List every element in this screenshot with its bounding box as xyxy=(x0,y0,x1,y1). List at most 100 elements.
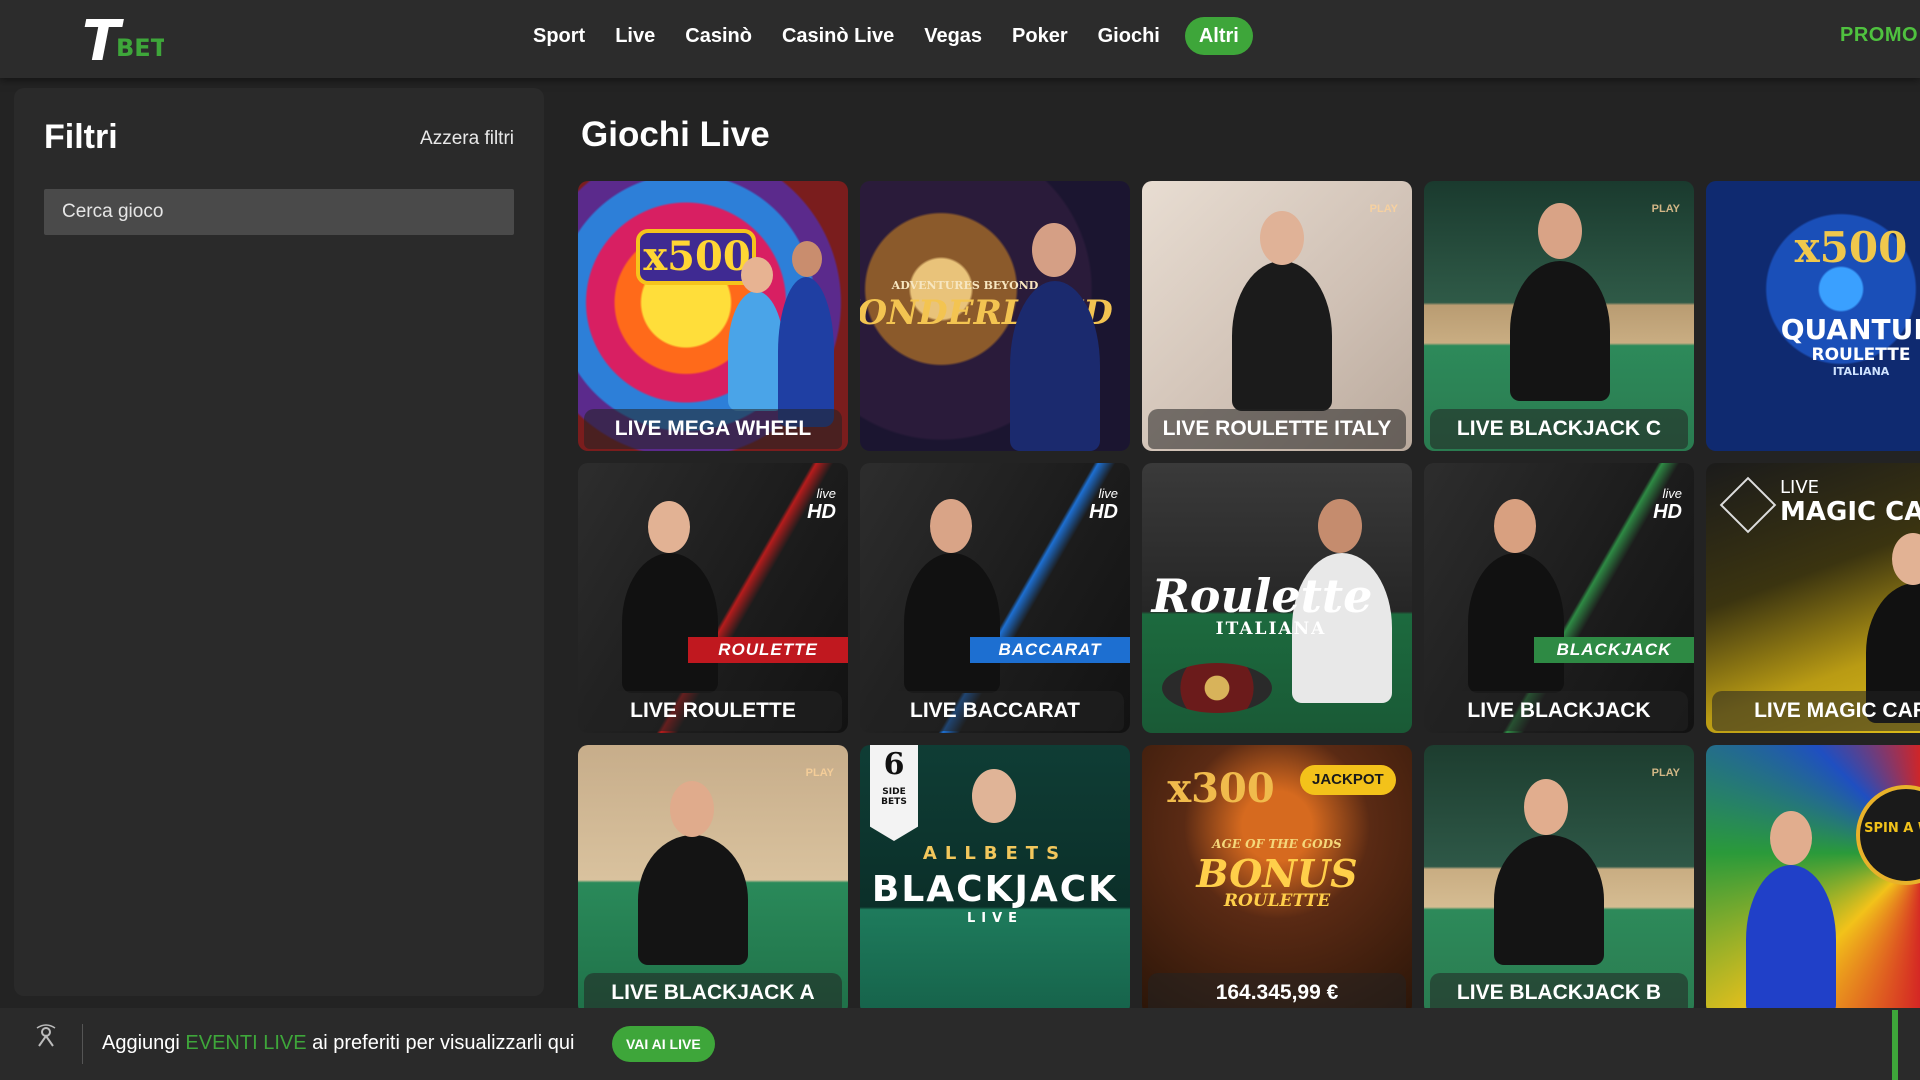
play-badge: PLAY xyxy=(1651,767,1680,779)
host-figure xyxy=(1746,865,1836,1015)
nav-live[interactable]: Live xyxy=(600,16,670,56)
tile-label: LIVE BLACKJACK C xyxy=(1430,409,1688,449)
host-figure xyxy=(1232,261,1332,411)
host-figure xyxy=(1494,835,1604,965)
play-badge: PLAY xyxy=(805,767,834,779)
play-badge: PLAY xyxy=(1651,203,1680,215)
tile-label: LIVE BLACKJACK xyxy=(1430,691,1688,731)
bonus-subtitle: ROULETTE xyxy=(1223,891,1331,911)
quantum-subtitle: ROULETTE xyxy=(1811,345,1911,365)
tile-label: LIVE BACCARAT xyxy=(866,691,1124,731)
promo-link[interactable]: PROMO xyxy=(1840,24,1918,47)
game-tile-blackjack-b[interactable]: PLAY LIVE BLACKJACK B xyxy=(1424,745,1694,1015)
game-tile-blackjack-c[interactable]: PLAY LIVE BLACKJACK C xyxy=(1424,181,1694,451)
hd-badge: live HD xyxy=(1089,486,1118,523)
host-head xyxy=(1892,533,1920,585)
host-head xyxy=(741,257,773,293)
main-nav: Sport Live Casinò Casinò Live Vegas Poke… xyxy=(518,16,1253,56)
roulette-strip: ROULETTE xyxy=(688,637,848,663)
filters-title: Filtri xyxy=(44,118,118,156)
reset-filters-link[interactable]: Azzera filtri xyxy=(420,128,514,150)
hd-badge: live HD xyxy=(807,486,836,523)
magic-live-label: LIVE xyxy=(1780,477,1820,498)
host-figure xyxy=(904,553,1000,693)
host-head-2 xyxy=(792,241,822,277)
allbets-letters: ALLBETS xyxy=(922,843,1068,864)
divider xyxy=(82,1024,83,1064)
host-head xyxy=(930,499,972,553)
bonus-title: BONUS xyxy=(1196,851,1358,896)
roulette-italiana-subtitle: ITALIANA xyxy=(1215,619,1327,639)
filters-sidebar: Filtri Azzera filtri xyxy=(14,88,544,996)
host-figure-2 xyxy=(778,277,834,427)
host-head xyxy=(670,781,714,837)
game-tile-quantum-roulette[interactable]: x500 QUANTUM ROULETTE ITALIANA xyxy=(1706,181,1920,451)
quantum-multiplier: x500 xyxy=(1794,223,1908,272)
game-tile-spin-a-win[interactable]: SPIN A WIN xyxy=(1706,745,1920,1015)
blackjack-strip: BLACKJACK xyxy=(1534,637,1694,663)
game-tile-live-baccarat[interactable]: live HD BACCARAT LIVE BACCARAT xyxy=(860,463,1130,733)
host-figure xyxy=(728,291,784,411)
section-title: Giochi Live xyxy=(581,115,770,154)
allbets-title: BLACKJACK xyxy=(871,869,1119,910)
magic-logo-icon xyxy=(1719,476,1777,534)
nav-casino[interactable]: Casinò xyxy=(670,16,767,56)
bonus-game-subtitle: AGE OF THE GODS xyxy=(1212,837,1342,851)
game-tile-roulette-italiana[interactable]: Roulette ITALIANA xyxy=(1142,463,1412,733)
game-tile-live-magic-car[interactable]: LIVE MAGIC CA LIVE MAGIC CAR xyxy=(1706,463,1920,733)
host-head xyxy=(1538,203,1582,259)
host-figure xyxy=(622,553,718,693)
game-tile-bonus-roulette[interactable]: x300 JACKPOT AGE OF THE GODS BONUS ROULE… xyxy=(1142,745,1412,1015)
jackpot-badge: JACKPOT xyxy=(1300,765,1396,795)
bonus-multiplier: x300 xyxy=(1167,765,1275,812)
search-game-input[interactable] xyxy=(44,189,514,235)
nav-altri[interactable]: Altri xyxy=(1184,17,1253,55)
nav-vegas[interactable]: Vegas xyxy=(909,16,997,56)
magic-title: MAGIC CA xyxy=(1780,497,1920,527)
favorites-message: Aggiungi EVENTI LIVE ai preferiti per vi… xyxy=(102,1032,575,1054)
quantum-subtitle-2: ITALIANA xyxy=(1832,365,1890,378)
nav-sport[interactable]: Sport xyxy=(518,16,600,56)
host-head xyxy=(648,501,690,553)
game-tile-allbets-blackjack[interactable]: 6 SIDE BETS ALLBETS BLACKJACK LIVE xyxy=(860,745,1130,1015)
play-badge: PLAY xyxy=(1369,203,1398,215)
tbet-logo[interactable]: T BET xyxy=(82,8,164,68)
top-header: T BET Sport Live Casinò Casinò Live Vega… xyxy=(0,0,1920,78)
host-head xyxy=(972,769,1016,823)
host-figure xyxy=(638,835,748,965)
tile-label: LIVE ROULETTE xyxy=(584,691,842,731)
baccarat-strip: BACCARAT xyxy=(970,637,1130,663)
game-tile-mega-wheel[interactable]: x500 LIVE MEGA WHEEL xyxy=(578,181,848,451)
favorites-bar: Aggiungi EVENTI LIVE ai preferiti per vi… xyxy=(0,1008,1920,1080)
roulette-wheel xyxy=(1162,663,1272,713)
game-tile-live-blackjack[interactable]: live HD BLACKJACK LIVE BLACKJACK xyxy=(1424,463,1694,733)
game-tile-wonderland[interactable]: ADVENTURES BEYOND WONDERLAND xyxy=(860,181,1130,451)
host-head xyxy=(1032,223,1076,277)
host-head xyxy=(1494,499,1536,553)
side-bets-number: 6 xyxy=(883,747,905,782)
game-tile-live-roulette[interactable]: live HD ROULETTE LIVE ROULETTE xyxy=(578,463,848,733)
tile-label: LIVE MEGA WHEEL xyxy=(584,409,842,449)
scroll-indicator xyxy=(1892,1010,1898,1080)
nav-giochi[interactable]: Giochi xyxy=(1083,16,1175,56)
game-tile-roulette-italy[interactable]: PLAY LIVE ROULETTE ITALY xyxy=(1142,181,1412,451)
nav-casino-live[interactable]: Casinò Live xyxy=(767,16,909,56)
host-figure xyxy=(1468,553,1564,693)
nav-poker[interactable]: Poker xyxy=(997,16,1083,56)
spin-win-title: SPIN A WIN xyxy=(1864,821,1920,836)
host-head xyxy=(1318,499,1362,553)
go-to-live-button[interactable]: VAI AI LIVE xyxy=(612,1026,715,1062)
svg-text:BET: BET xyxy=(116,34,164,62)
tile-label: LIVE ROULETTE ITALY xyxy=(1148,409,1406,449)
side-bets-text: SIDE BETS xyxy=(881,787,907,807)
host-head xyxy=(1260,211,1304,265)
game-tile-blackjack-a[interactable]: PLAY LIVE BLACKJACK A xyxy=(578,745,848,1015)
allbets-subtitle: LIVE xyxy=(966,911,1024,926)
quantum-title: QUANTUM xyxy=(1780,313,1920,346)
roulette-italiana-title: Roulette xyxy=(1151,569,1373,623)
host-head xyxy=(1770,811,1812,865)
live-events-icon xyxy=(36,1024,56,1047)
wonderland-subtitle: ADVENTURES BEYOND xyxy=(891,279,1039,292)
tile-label: LIVE MAGIC CAR xyxy=(1712,691,1920,731)
hd-badge: live HD xyxy=(1653,486,1682,523)
